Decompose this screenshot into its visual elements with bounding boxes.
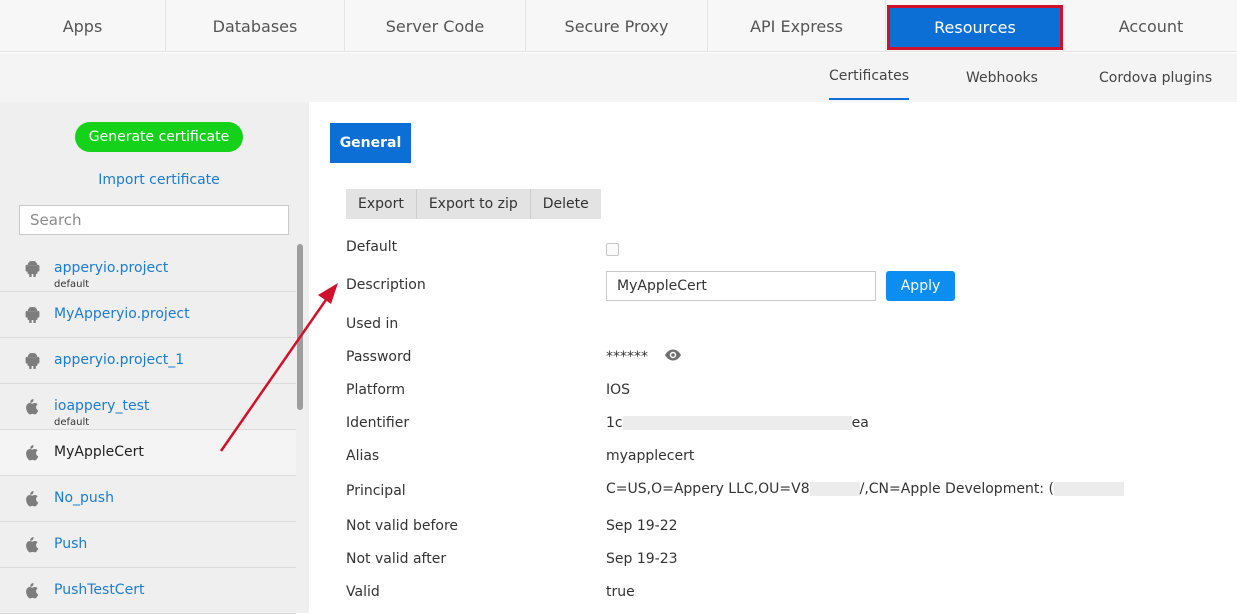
principal-start: C=US,O=Appery LLC,OU=V8: [606, 481, 810, 497]
certificate-list: apperyio.project default MyApperyio.proj…: [0, 246, 296, 614]
tab-apps[interactable]: Apps: [0, 0, 166, 52]
identifier-value: 1c ea: [606, 415, 869, 431]
certificate-name: MyAppleCert: [54, 444, 144, 460]
description-input[interactable]: [606, 271, 876, 301]
apple-icon: [26, 490, 39, 507]
not-valid-before-value: Sep 19-22: [606, 518, 678, 534]
certificate-name: MyApperyio.project: [54, 306, 190, 322]
default-tag: default: [54, 417, 90, 428]
tab-api-express[interactable]: API Express: [708, 0, 886, 52]
certificate-actions: Export Export to zip Delete: [346, 189, 601, 219]
default-tag: default: [54, 279, 90, 290]
sub-navigation: Certificates Webhooks Cordova plugins: [0, 53, 1237, 102]
subtab-cordova-plugins[interactable]: Cordova plugins: [1099, 53, 1212, 102]
certificate-name: PushTestCert: [54, 582, 145, 598]
redacted-block: [809, 482, 860, 496]
not-valid-after-label: Not valid after: [346, 551, 447, 567]
valid-label: Valid: [346, 584, 380, 600]
tab-resources[interactable]: Resources: [887, 5, 1063, 50]
default-label: Default: [346, 239, 398, 255]
certificate-name: apperyio.project: [54, 260, 169, 276]
identifier-label: Identifier: [346, 415, 410, 431]
list-item[interactable]: PushTestCert: [0, 568, 296, 614]
platform-label: Platform: [346, 382, 406, 398]
eye-icon[interactable]: [664, 348, 682, 362]
export-to-zip-button[interactable]: Export to zip: [417, 189, 531, 219]
apply-button[interactable]: Apply: [886, 271, 955, 301]
android-icon: [25, 352, 40, 369]
certificate-name: No_push: [54, 490, 114, 506]
alias-value: myapplecert: [606, 448, 695, 464]
android-icon: [25, 260, 40, 277]
default-checkbox[interactable]: [606, 243, 619, 256]
password-label: Password: [346, 349, 412, 365]
list-item[interactable]: Push: [0, 522, 296, 568]
alias-label: Alias: [346, 448, 380, 464]
not-valid-after-value: Sep 19-23: [606, 551, 678, 567]
generate-certificate-button[interactable]: Generate certificate: [75, 122, 243, 152]
redacted-block: [622, 416, 852, 430]
sidebar-scrollbar[interactable]: [297, 244, 303, 410]
tab-server-code[interactable]: Server Code: [345, 0, 526, 52]
search-input[interactable]: [19, 205, 289, 235]
subtab-webhooks[interactable]: Webhooks: [966, 53, 1038, 102]
tab-secure-proxy[interactable]: Secure Proxy: [526, 0, 708, 52]
tab-databases[interactable]: Databases: [166, 0, 345, 52]
export-button[interactable]: Export: [346, 189, 417, 219]
list-item[interactable]: No_push: [0, 476, 296, 522]
list-item[interactable]: ioappery_test default: [0, 384, 296, 430]
list-item[interactable]: apperyio.project default: [0, 246, 296, 292]
apple-icon: [26, 536, 39, 553]
valid-value: true: [606, 584, 635, 600]
delete-button[interactable]: Delete: [531, 189, 601, 219]
apple-icon: [26, 444, 39, 461]
certificate-name: apperyio.project_1: [54, 352, 185, 368]
identifier-end: ea: [851, 415, 869, 431]
android-icon: [25, 306, 40, 323]
platform-value: IOS: [606, 382, 631, 398]
tab-general[interactable]: General: [330, 123, 411, 163]
principal-label: Principal: [346, 483, 406, 499]
identifier-start: 1c: [606, 415, 623, 431]
password-value: ******: [606, 349, 648, 365]
list-item[interactable]: MyApperyio.project: [0, 292, 296, 338]
not-valid-before-label: Not valid before: [346, 518, 459, 534]
certificate-name: ioappery_test: [54, 398, 150, 414]
subtab-certificates[interactable]: Certificates: [829, 53, 910, 100]
list-item[interactable]: apperyio.project_1: [0, 338, 296, 384]
apple-icon: [26, 582, 39, 599]
apple-icon: [26, 398, 39, 415]
redacted-block: [1053, 482, 1124, 496]
list-item-selected[interactable]: MyAppleCert: [0, 430, 296, 476]
certificate-name: Push: [54, 536, 88, 552]
description-label: Description: [346, 277, 426, 293]
principal-mid: /,CN=Apple Development: (: [859, 481, 1054, 497]
used-in-label: Used in: [346, 316, 399, 332]
import-certificate-link[interactable]: Import certificate: [0, 172, 318, 188]
tab-account[interactable]: Account: [1065, 0, 1237, 52]
top-navigation: Apps Databases Server Code Secure Proxy …: [0, 0, 1237, 52]
principal-value: C=US,O=Appery LLC,OU=V8 /,CN=Apple Develo…: [606, 481, 1124, 497]
certificate-sidebar: Generate certificate Import certificate …: [0, 102, 309, 614]
